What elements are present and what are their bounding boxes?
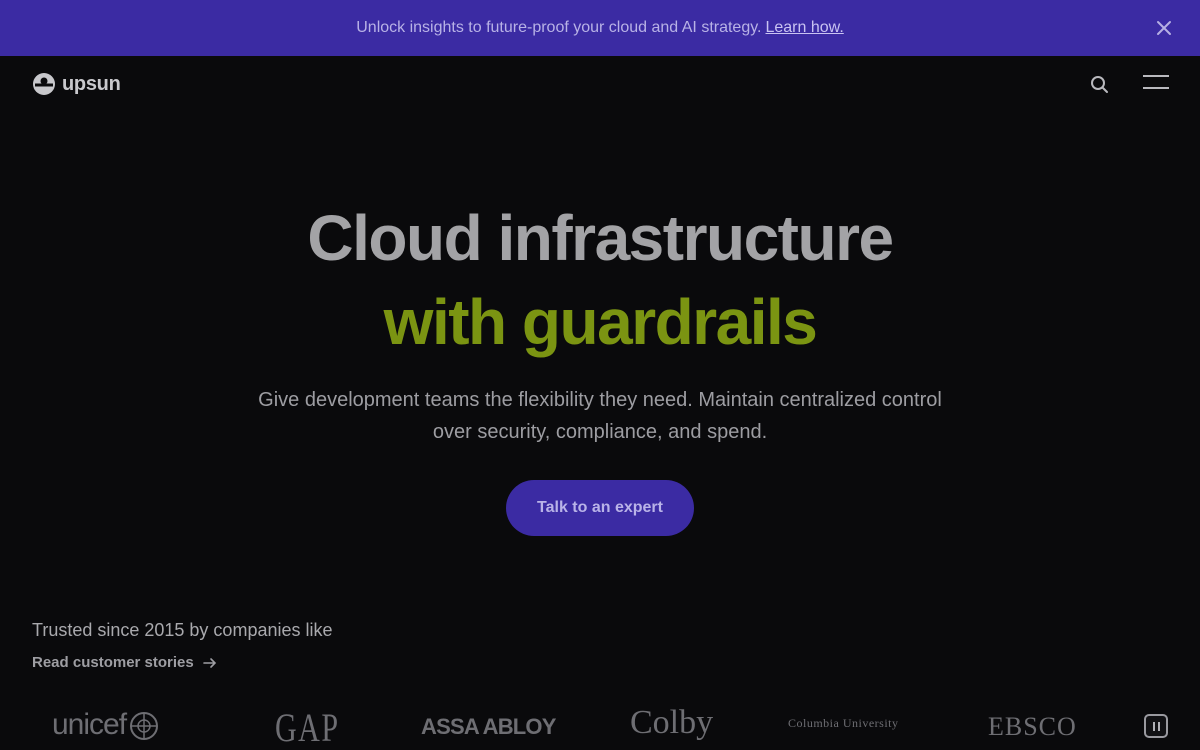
search-icon[interactable] [1089, 74, 1111, 96]
assa-abloy-logo: ASSA ABLOY [421, 714, 556, 739]
close-icon[interactable] [1154, 18, 1174, 38]
upsun-logo-icon [33, 73, 55, 95]
stories-link-label: Read customer stories [32, 654, 194, 671]
gap-logo: GAP [275, 705, 340, 750]
hero-title-line2: with guardrails [383, 286, 818, 358]
upsun-logo[interactable]: upsun [32, 72, 121, 96]
trusted-text: Trusted since 2015 by companies like [32, 620, 333, 640]
hamburger-menu-icon[interactable] [1143, 75, 1169, 95]
arrow-right-icon [202, 657, 216, 668]
unicef-logo: unicef [52, 708, 160, 742]
colby-logo: Colby [630, 704, 714, 741]
logo-text: upsun [62, 72, 121, 95]
read-customer-stories-link[interactable]: Read customer stories [32, 654, 218, 671]
banner-learn-link[interactable]: Learn how. [765, 19, 843, 37]
banner-message: Unlock insights to future-proof your clo… [356, 19, 762, 36]
announcement-banner: Unlock insights to future-proof your clo… [0, 0, 1200, 56]
columbia-university-logo: Columbia University [788, 716, 899, 730]
site-header: upsun [0, 56, 1200, 112]
unicef-globe-icon [130, 712, 159, 741]
hero-subtitle: Give development teams the flexibility t… [258, 389, 942, 443]
hero-title: Cloud infrastructure with guardrails [0, 196, 1200, 364]
customer-logos-strip: unicef GAP ASSA ABLOY Colby Columbia Uni… [0, 700, 1200, 750]
ebsco-logo: EBSCO [988, 712, 1077, 741]
pause-icon[interactable] [1144, 714, 1168, 738]
talk-to-expert-button[interactable]: Talk to an expert [506, 480, 694, 536]
hero-title-line1: Cloud infrastructure [307, 202, 894, 274]
